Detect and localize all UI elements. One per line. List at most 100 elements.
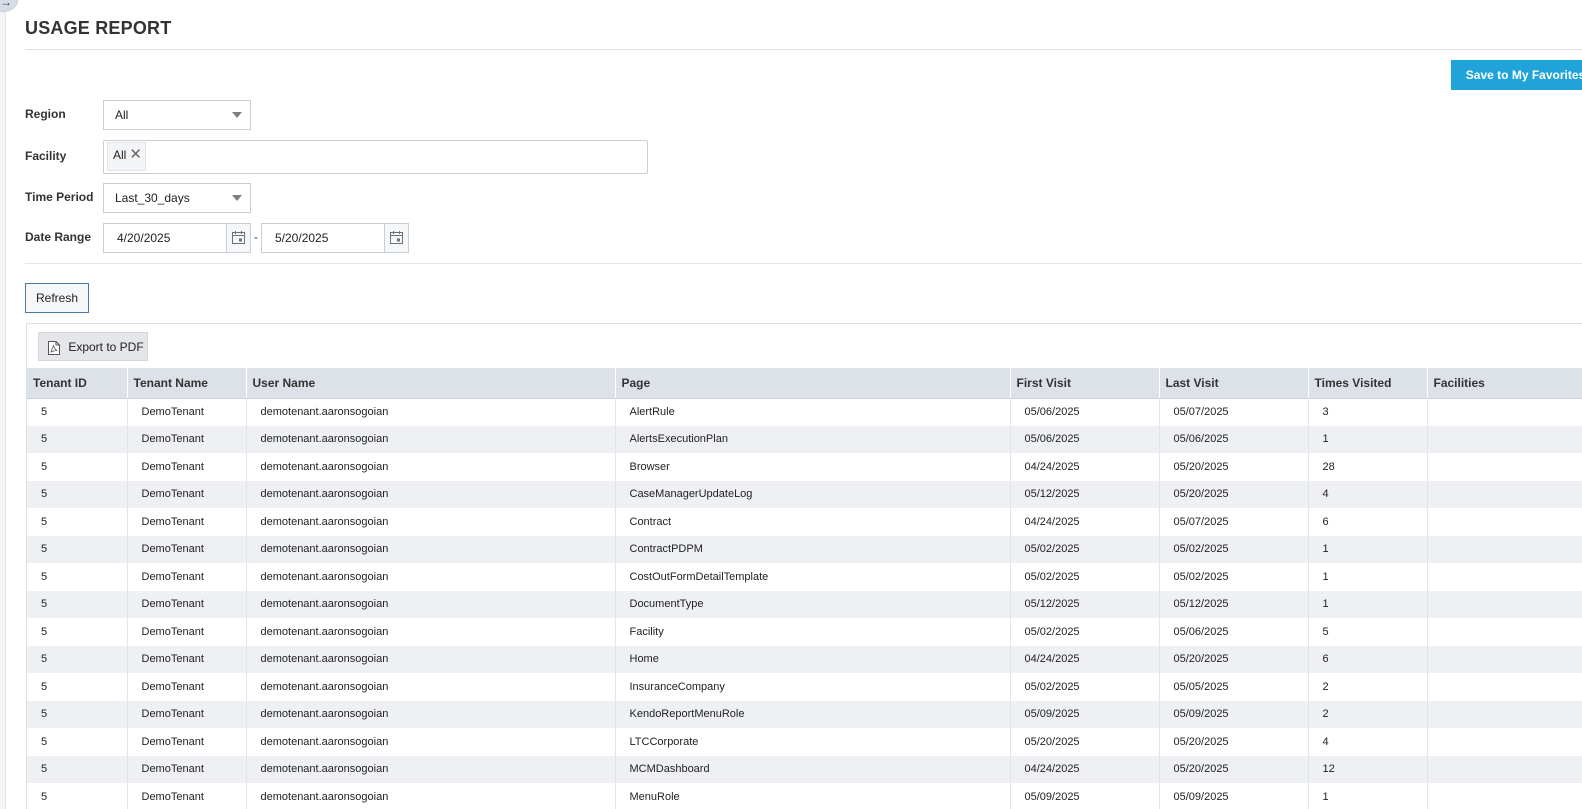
caret-down-icon[interactable] <box>232 195 242 201</box>
table-cell: 05/12/2025 <box>1010 480 1160 508</box>
table-cell: 6 <box>1308 508 1428 536</box>
table-cell: 05/20/2025 <box>1159 728 1309 756</box>
table-cell: 05/20/2025 <box>1010 728 1160 756</box>
table-cell: DemoTenant <box>127 783 247 809</box>
table-row[interactable]: 5 DemoTenant demotenant.aaronsogoian KendoR… <box>27 700 1582 728</box>
table-cell: 05/02/2025 <box>1159 563 1309 591</box>
table-cell: MCMDashboard <box>615 755 1011 783</box>
column-header[interactable]: First Visit <box>1010 368 1160 399</box>
table-cell: 5 <box>27 645 128 673</box>
table-cell: 5 <box>27 783 128 809</box>
table-cell: 6 <box>1308 645 1428 673</box>
table-cell: 05/02/2025 <box>1010 673 1160 701</box>
facility-multiselect[interactable]: All ✕ <box>103 140 648 174</box>
table-row[interactable]: 5 DemoTenant demotenant.aaronsogoian Insura… <box>27 673 1582 701</box>
table-cell: DocumentType <box>615 590 1011 618</box>
start-date-picker-button[interactable] <box>226 224 250 252</box>
table-cell: 05/09/2025 <box>1010 700 1160 728</box>
table-row[interactable]: 5 DemoTenant demotenant.aaronsogoian Contra… <box>27 535 1582 563</box>
column-header[interactable]: Facilities <box>1427 368 1582 399</box>
table-cell: AlertsExecutionPlan <box>615 425 1011 453</box>
table-cell: 05/20/2025 <box>1159 645 1309 673</box>
time-period-select[interactable]: Last_30_days <box>103 183 251 213</box>
table-cell <box>1427 618 1582 646</box>
start-date-input[interactable]: 4/20/2025 <box>103 223 251 253</box>
column-header[interactable]: Last Visit <box>1159 368 1309 399</box>
table-cell: 5 <box>27 755 128 783</box>
close-icon[interactable]: ✕ <box>129 143 142 167</box>
table-row[interactable]: 5 DemoTenant demotenant.aaronsogoian MenuRo… <box>27 783 1582 809</box>
table-cell: demotenant.aaronsogoian <box>246 508 616 536</box>
table-cell <box>1427 480 1582 508</box>
table-cell: 05/06/2025 <box>1010 398 1160 426</box>
table-row[interactable]: 5 DemoTenant demotenant.aaronsogoian AlertR… <box>27 398 1582 426</box>
table-cell: 05/07/2025 <box>1159 508 1309 536</box>
save-to-favorites-button[interactable]: Save to My Favorites <box>1451 60 1582 90</box>
table-cell: Facility <box>615 618 1011 646</box>
table-cell: CaseManagerUpdateLog <box>615 480 1011 508</box>
region-select[interactable]: All <box>103 100 251 130</box>
table-cell: 05/02/2025 <box>1010 535 1160 563</box>
table-row[interactable]: 5 DemoTenant demotenant.aaronsogoian Alerts… <box>27 425 1582 453</box>
calendar-icon <box>390 231 403 244</box>
table-cell: DemoTenant <box>127 728 247 756</box>
table-cell: 05/09/2025 <box>1010 783 1160 809</box>
table-cell: 05/12/2025 <box>1159 590 1309 618</box>
column-header[interactable]: Tenant Name <box>127 368 247 399</box>
pdf-file-icon <box>48 341 60 355</box>
table-cell: 5 <box>27 673 128 701</box>
export-pdf-button[interactable]: Export to PDF <box>38 332 148 361</box>
table-cell <box>1427 783 1582 809</box>
table-row[interactable]: 5 DemoTenant demotenant.aaronsogoian MCMDas… <box>27 755 1582 783</box>
table-cell: 05/07/2025 <box>1159 398 1309 426</box>
time-period-value: Last_30_days <box>115 191 190 205</box>
end-date-picker-button[interactable] <box>384 224 408 252</box>
end-date-input[interactable]: 5/20/2025 <box>261 223 409 253</box>
table-body: 5 DemoTenant demotenant.aaronsogoian AlertR… <box>27 398 1582 809</box>
table-cell: DemoTenant <box>127 425 247 453</box>
table-cell: demotenant.aaronsogoian <box>246 700 616 728</box>
column-header[interactable]: User Name <box>246 368 616 399</box>
caret-down-icon[interactable] <box>232 112 242 118</box>
grid-toolbar: Export to PDF <box>27 324 1582 368</box>
region-value: All <box>115 108 129 122</box>
table-cell: demotenant.aaronsogoian <box>246 480 616 508</box>
end-date-value: 5/20/2025 <box>275 231 329 245</box>
arrow-right-icon: → <box>0 0 12 9</box>
divider <box>25 263 1582 264</box>
table-cell: DemoTenant <box>127 398 247 426</box>
table-cell <box>1427 645 1582 673</box>
table-row[interactable]: 5 DemoTenant demotenant.aaronsogoian Facili… <box>27 618 1582 646</box>
sidebar-toggle-button[interactable]: → <box>0 0 18 12</box>
table-cell: 5 <box>27 563 128 591</box>
table-row[interactable]: 5 DemoTenant demotenant.aaronsogoian LTCCor… <box>27 728 1582 756</box>
column-header[interactable]: Tenant ID <box>27 368 128 399</box>
table-row[interactable]: 5 DemoTenant demotenant.aaronsogoian Browse… <box>27 453 1582 481</box>
table-row[interactable]: 5 DemoTenant demotenant.aaronsogoian Contra… <box>27 508 1582 536</box>
table-row[interactable]: 5 DemoTenant demotenant.aaronsogoian CaseMa… <box>27 480 1582 508</box>
table-cell: Home <box>615 645 1011 673</box>
table-cell: 5 <box>27 398 128 426</box>
table-cell: MenuRole <box>615 783 1011 809</box>
table-cell: DemoTenant <box>127 700 247 728</box>
table-row[interactable]: 5 DemoTenant demotenant.aaronsogoian Docume… <box>27 590 1582 618</box>
refresh-button[interactable]: Refresh <box>25 283 89 313</box>
table-cell: 5 <box>27 700 128 728</box>
table-cell: AlertRule <box>615 398 1011 426</box>
column-header[interactable]: Times Visited <box>1308 368 1428 399</box>
table-cell: DemoTenant <box>127 453 247 481</box>
table-row[interactable]: 5 DemoTenant demotenant.aaronsogoian CostOu… <box>27 563 1582 591</box>
table-cell: 28 <box>1308 453 1428 481</box>
table-cell: DemoTenant <box>127 563 247 591</box>
table-cell <box>1427 398 1582 426</box>
table-cell: 5 <box>27 480 128 508</box>
table-cell: Contract <box>615 508 1011 536</box>
column-header[interactable]: Page <box>615 368 1011 399</box>
table-cell: DemoTenant <box>127 673 247 701</box>
table-row[interactable]: 5 DemoTenant demotenant.aaronsogoian Home 04… <box>27 645 1582 673</box>
table-cell: 1 <box>1308 535 1428 563</box>
table-cell: KendoReportMenuRole <box>615 700 1011 728</box>
table-cell: DemoTenant <box>127 535 247 563</box>
table-cell: DemoTenant <box>127 755 247 783</box>
table-cell: 2 <box>1308 673 1428 701</box>
